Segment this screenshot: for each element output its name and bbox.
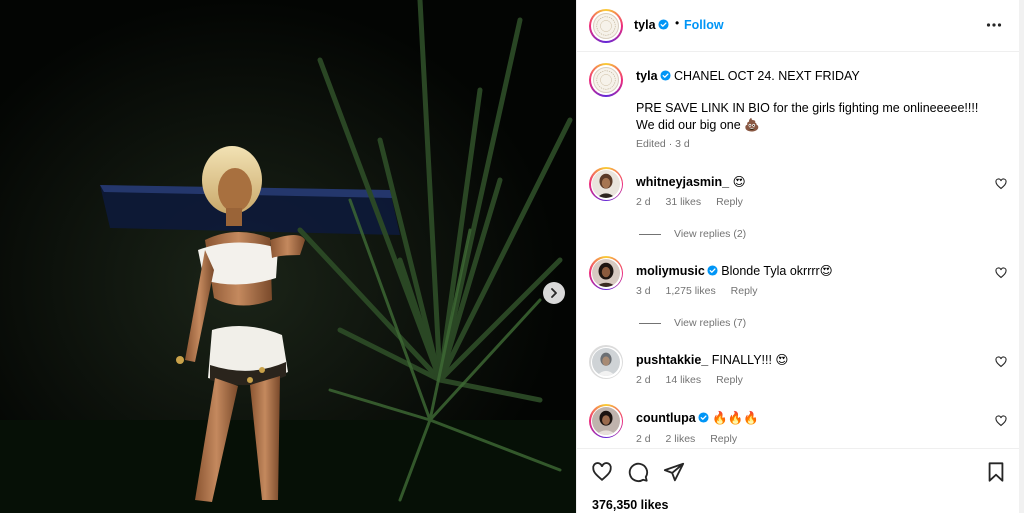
verified-badge-icon <box>660 70 671 81</box>
comment-heart-icon[interactable] <box>995 415 1007 427</box>
reply-button[interactable]: Reply <box>710 433 737 445</box>
post-action-bar: 376,350 likes <box>577 448 1020 513</box>
caption-avatar-image <box>593 67 619 93</box>
comment-text: 🔥🔥🔥 <box>712 411 759 425</box>
comment-text: Blonde Tyla okrrrr😍 <box>721 264 833 278</box>
comment-likes[interactable]: 2 likes <box>666 433 696 445</box>
separator-dot: • <box>675 16 680 30</box>
comment-heart-icon[interactable] <box>995 178 1007 190</box>
follow-button[interactable]: Follow <box>684 18 724 32</box>
comment-age: 2 d <box>636 433 651 445</box>
more-options-icon[interactable] <box>985 16 1003 34</box>
commenter-username[interactable]: moliymusic <box>636 264 705 278</box>
heart-icon[interactable] <box>591 461 613 483</box>
caption-body: PRE SAVE LINK IN BIO for the girls fight… <box>636 100 996 134</box>
comment-heart-icon[interactable] <box>995 356 1007 368</box>
caption-text-line2: PRE SAVE LINK IN BIO for the girls fight… <box>636 101 979 115</box>
comment-text: FINALLY!!! 😍 <box>711 353 789 367</box>
comment-likes[interactable]: 31 likes <box>666 196 702 208</box>
caption-first-line: tyla CHANEL OCT 24. NEXT FRIDAY <box>636 69 860 83</box>
comment-age: 2 d <box>636 196 651 208</box>
comment-likes[interactable]: 1,275 likes <box>666 285 716 297</box>
comment-age: 2 d <box>636 374 651 386</box>
caption-username[interactable]: tyla <box>636 69 658 83</box>
comment-item: moliymusic Blonde Tyla okrrrr😍 3 d 1,275… <box>577 256 1020 306</box>
instagram-post-view: tyla • Follow tyla CHANEL OCT 24. NEXT F… <box>0 0 1024 513</box>
view-replies-label[interactable]: View replies (2) <box>674 228 746 240</box>
replies-divider <box>639 233 661 235</box>
view-replies-label[interactable]: View replies (7) <box>674 317 746 329</box>
comment-heart-icon[interactable] <box>995 267 1007 279</box>
author-avatar-image <box>593 13 619 39</box>
reply-button[interactable]: Reply <box>716 196 743 208</box>
commenter-avatar[interactable] <box>589 167 623 201</box>
likes-count[interactable]: 376,350 likes <box>592 498 668 512</box>
caption-meta: Edited · 3 d <box>636 138 690 150</box>
commenter-username[interactable]: pushtakkie_ <box>636 353 708 367</box>
post-media[interactable] <box>0 0 576 513</box>
replies-divider <box>639 322 661 324</box>
comment-meta: 2 d 31 likes Reply <box>636 196 755 208</box>
comment-likes[interactable]: 14 likes <box>666 374 702 386</box>
author-avatar[interactable] <box>589 9 623 43</box>
reply-button[interactable]: Reply <box>716 374 743 386</box>
commenter-avatar[interactable] <box>589 256 623 290</box>
comment-meta: 3 d 1,275 likes Reply <box>636 285 770 297</box>
commenter-username[interactable]: whitneyjasmin_ <box>636 175 729 189</box>
comment-line: whitneyjasmin_ 😍 <box>636 174 746 189</box>
comment-text: 😍 <box>732 175 746 189</box>
post-header: tyla • Follow <box>577 0 1020 52</box>
chevron-right-icon <box>551 288 557 298</box>
comment-line: countlupa 🔥🔥🔥 <box>636 411 759 426</box>
caption-text-line1: CHANEL OCT 24. NEXT FRIDAY <box>674 69 860 83</box>
commenter-username[interactable]: countlupa <box>636 411 696 425</box>
comment-icon[interactable] <box>627 461 649 483</box>
commenter-avatar[interactable] <box>589 345 623 379</box>
comment-meta: 2 d 2 likes Reply <box>636 433 749 445</box>
next-media-button[interactable] <box>543 282 565 304</box>
caption-text-line3: We did our big one 💩 <box>636 118 760 132</box>
caption-author-avatar[interactable] <box>589 63 623 97</box>
commenter-avatar[interactable] <box>589 404 623 438</box>
view-replies-button[interactable]: View replies (7) <box>639 317 746 329</box>
comment-line: pushtakkie_ FINALLY!!! 😍 <box>636 352 788 367</box>
comment-item: countlupa 🔥🔥🔥 2 d 2 likes Reply <box>577 404 1020 454</box>
post-photo <box>0 0 576 513</box>
verified-badge-icon <box>707 265 718 276</box>
verified-badge-icon <box>698 412 709 423</box>
view-replies-button[interactable]: View replies (2) <box>639 228 746 240</box>
reply-button[interactable]: Reply <box>731 285 758 297</box>
comment-item: pushtakkie_ FINALLY!!! 😍 2 d 14 likes Re… <box>577 345 1020 395</box>
share-icon[interactable] <box>663 461 685 483</box>
author-username-text[interactable]: tyla <box>634 18 656 32</box>
comment-age: 3 d <box>636 285 651 297</box>
comment-line: moliymusic Blonde Tyla okrrrr😍 <box>636 263 833 278</box>
scrollbar[interactable] <box>1019 0 1024 513</box>
comment-item: whitneyjasmin_ 😍 2 d 31 likes Reply <box>577 167 1020 217</box>
author-username[interactable]: tyla <box>634 18 669 32</box>
comment-meta: 2 d 14 likes Reply <box>636 374 755 386</box>
verified-badge-icon <box>658 19 669 30</box>
post-details-panel: tyla • Follow tyla CHANEL OCT 24. NEXT F… <box>576 0 1020 513</box>
bookmark-icon[interactable] <box>985 461 1007 483</box>
